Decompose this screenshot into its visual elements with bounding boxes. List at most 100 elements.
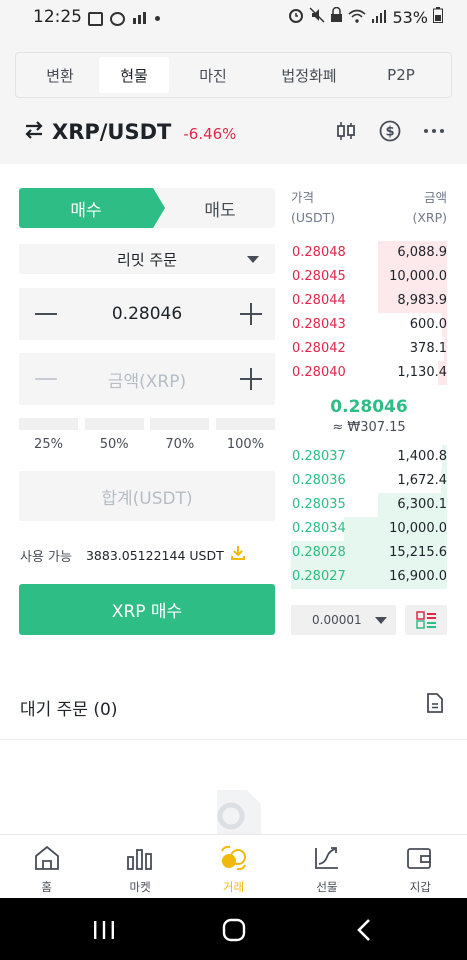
last-price-krw: ≈ ₩307.15 xyxy=(332,420,406,435)
percent-bar-100[interactable] xyxy=(215,418,275,430)
order-amount: 6,300.1 xyxy=(397,497,447,512)
swap-arrows-icon xyxy=(24,121,44,143)
signal-icon xyxy=(371,8,387,27)
amount-stepper: 금액(XRP) xyxy=(19,353,275,405)
trade-icon xyxy=(219,845,249,874)
buy-tab[interactable]: 매수 xyxy=(19,188,153,228)
percent-option[interactable]: 70% xyxy=(150,437,209,452)
order-type-select[interactable]: 리밋 주문 xyxy=(19,244,275,274)
total-input[interactable]: 합계(USDT) xyxy=(19,471,275,521)
wallet-icon xyxy=(406,845,434,874)
price-increase-button[interactable] xyxy=(239,302,263,326)
bid-row[interactable]: 0.28035 6,300.1 xyxy=(291,493,447,517)
buy-xrp-button[interactable]: XRP 매수 xyxy=(19,584,275,635)
ask-row[interactable]: 0.28043 600.0 xyxy=(291,313,447,337)
order-amount: 15,215.6 xyxy=(389,545,447,560)
lock-icon xyxy=(330,6,343,27)
more-options-icon[interactable] xyxy=(423,120,445,146)
tab-convert[interactable]: 변환 xyxy=(21,57,99,93)
chart-notification-icon xyxy=(132,9,148,28)
nav-home-label: 홈 xyxy=(41,880,52,894)
percent-option[interactable]: 100% xyxy=(216,437,275,452)
status-time: 12:25 xyxy=(33,7,82,27)
nav-trade-label: 거래 xyxy=(222,880,245,894)
empty-state-icon xyxy=(209,786,265,838)
order-price: 0.28034 xyxy=(292,521,346,536)
order-price: 0.28035 xyxy=(292,497,346,512)
nav-wallet-label: 지갑 xyxy=(409,880,431,894)
order-price: 0.28043 xyxy=(292,317,346,332)
tick-size-value: 0.00001 xyxy=(312,613,362,627)
order-amount: 10,000.0 xyxy=(389,269,447,284)
recent-apps-icon[interactable] xyxy=(92,920,116,944)
nav-market[interactable]: 마켓 xyxy=(93,835,186,898)
ask-row[interactable]: 0.28045 10,000.0 xyxy=(291,265,447,289)
nav-wallet[interactable]: 지갑 xyxy=(374,835,467,898)
bid-row[interactable]: 0.28034 10,000.0 xyxy=(291,517,447,541)
pair-change: -6.46% xyxy=(183,124,237,143)
order-price: 0.28044 xyxy=(292,293,346,308)
percent-bar-50[interactable] xyxy=(84,418,144,430)
ask-row[interactable]: 0.28040 1,130.4 xyxy=(291,361,447,385)
order-amount: 1,400.8 xyxy=(397,449,447,464)
bid-row[interactable]: 0.28036 1,672.4 xyxy=(291,469,447,493)
percent-bar-70[interactable] xyxy=(150,418,210,430)
percent-bar-25[interactable] xyxy=(19,418,78,430)
caret-down-icon xyxy=(247,256,259,263)
price-input[interactable]: 0.28046 xyxy=(59,288,235,340)
bid-row[interactable]: 0.28028 15,215.6 xyxy=(291,541,447,565)
nav-home[interactable]: 홈 xyxy=(0,835,93,898)
tab-spot[interactable]: 현물 xyxy=(99,57,169,93)
bid-row[interactable]: 0.28027 16,900.0 xyxy=(291,565,447,589)
tab-fiat[interactable]: 법정화폐 xyxy=(257,57,361,93)
order-amount: 8,983.9 xyxy=(397,293,447,308)
last-price[interactable]: 0.28046 xyxy=(291,397,447,417)
notification-icons xyxy=(88,9,160,28)
bottom-navigation: 홈 마켓 거래 선물 지갑 xyxy=(0,834,467,898)
system-status: 53% xyxy=(288,6,443,27)
buy-sell-toggle: 매수 매도 xyxy=(19,188,275,228)
back-icon[interactable] xyxy=(356,918,372,946)
svg-text:$: $ xyxy=(385,125,394,140)
pending-orders-title[interactable]: 대기 주문 (0) xyxy=(20,695,117,720)
battery-icon xyxy=(433,7,443,27)
available-value: 3883.05122144 USDT xyxy=(85,547,224,563)
percent-option[interactable]: 50% xyxy=(85,437,144,452)
ask-row[interactable]: 0.28042 378.1 xyxy=(291,337,447,361)
tab-margin[interactable]: 마진 xyxy=(169,57,257,93)
nav-trade[interactable]: 거래 xyxy=(187,835,280,898)
orderbook-layout-button[interactable] xyxy=(405,605,447,635)
trade-mode-tabs: 변환 현물 마진 법정화폐 P2P xyxy=(15,52,452,98)
sell-tab[interactable]: 매도 xyxy=(165,188,275,228)
price-stepper: 0.28046 xyxy=(19,288,275,340)
pair-selector[interactable]: XRP/USDT -6.46% xyxy=(24,120,236,144)
order-price: 0.28048 xyxy=(292,245,346,260)
candlestick-chart-icon[interactable] xyxy=(335,120,357,146)
dollar-icon[interactable]: $ xyxy=(379,120,401,146)
home-button-icon[interactable] xyxy=(222,918,246,946)
amount-decrease-button[interactable] xyxy=(33,369,59,389)
nav-futures[interactable]: 선물 xyxy=(280,835,373,898)
futures-icon xyxy=(313,845,341,874)
transfer-icon[interactable] xyxy=(230,545,246,565)
percent-option[interactable]: 25% xyxy=(19,437,78,452)
ask-row[interactable]: 0.28044 8,983.9 xyxy=(291,289,447,313)
alarm-icon xyxy=(288,7,304,27)
price-decrease-button[interactable] xyxy=(33,304,59,324)
order-price: 0.28028 xyxy=(292,545,346,560)
tick-size-select[interactable]: 0.00001 xyxy=(291,605,396,635)
tab-p2p[interactable]: P2P xyxy=(361,57,441,93)
amount-increase-button[interactable] xyxy=(239,367,263,391)
amount-column-header: 금액 xyxy=(423,190,447,205)
orderbook-layout-icon xyxy=(405,611,447,639)
nav-futures-label: 선물 xyxy=(316,880,338,894)
order-history-icon[interactable] xyxy=(427,693,443,717)
caret-down-icon xyxy=(375,617,387,624)
order-amount: 1,130.4 xyxy=(397,365,447,380)
ask-row[interactable]: 0.28048 6,088.9 xyxy=(291,241,447,265)
bid-row[interactable]: 0.28037 1,400.8 xyxy=(291,445,447,469)
amount-input[interactable]: 금액(XRP) xyxy=(59,353,235,405)
pair-name: XRP/USDT xyxy=(52,120,172,144)
amount-column-unit: (XRP) xyxy=(412,210,447,225)
order-amount: 1,672.4 xyxy=(397,473,447,488)
